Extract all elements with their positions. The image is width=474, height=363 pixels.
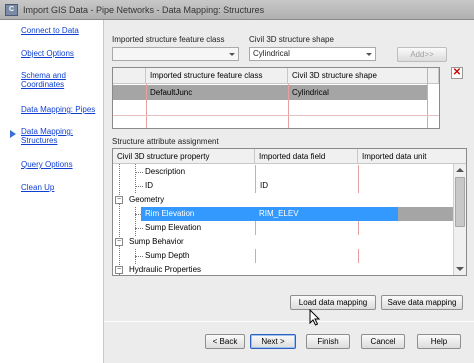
table-row[interactable]: DefaultJunc Cylindrical bbox=[113, 85, 439, 100]
unit-cell-dropdown[interactable] bbox=[398, 207, 454, 221]
table-row[interactable]: − Hydraulic Properties bbox=[113, 263, 454, 275]
unit-cell[interactable] bbox=[358, 165, 454, 179]
cancel-button[interactable]: Cancel bbox=[361, 334, 405, 349]
next-label: Next > bbox=[261, 337, 285, 346]
chevron-down-icon bbox=[225, 48, 238, 60]
column-header-feature-class: Imported structure feature class bbox=[146, 68, 288, 84]
delete-mapping-icon[interactable]: ✕ bbox=[451, 67, 463, 79]
property-cell: Rim Elevation bbox=[141, 207, 255, 221]
save-data-mapping-button[interactable]: Save data mapping bbox=[381, 295, 463, 310]
column-header-shape: Civil 3D structure shape bbox=[288, 68, 439, 84]
back-button[interactable]: < Back bbox=[205, 334, 245, 349]
sidebar-item-query-options[interactable]: Query Options bbox=[21, 160, 101, 169]
shape-mapping-grid: Imported structure feature class Civil 3… bbox=[112, 67, 440, 129]
attribute-section-label: Structure attribute assignment bbox=[112, 137, 219, 146]
group-cell: Geometry bbox=[129, 195, 165, 204]
mouse-pointer-icon bbox=[309, 309, 321, 326]
finish-button[interactable]: Finish bbox=[306, 334, 350, 349]
sidebar-item-object-options[interactable]: Object Options bbox=[21, 49, 101, 58]
wizard-sidebar: Connect to Data Object Options Schema an… bbox=[0, 20, 104, 363]
field-cell[interactable] bbox=[255, 221, 358, 235]
field-cell[interactable]: ID bbox=[255, 179, 358, 193]
help-label: Help bbox=[430, 337, 448, 346]
shape-label: Civil 3D structure shape bbox=[249, 35, 334, 44]
help-button[interactable]: Help bbox=[417, 334, 461, 349]
property-cell: Sump Elevation bbox=[145, 223, 202, 232]
group-cell: Sump Behavior bbox=[129, 237, 184, 246]
table-row[interactable]: Rim Elevation RIM_ELEV bbox=[113, 207, 454, 221]
sidebar-item-connect-to-data[interactable]: Connect to Data bbox=[21, 26, 101, 35]
cell-feature-class[interactable]: DefaultJunc bbox=[146, 85, 288, 100]
save-mapping-label: Save data mapping bbox=[387, 298, 457, 307]
current-step-arrow-icon bbox=[10, 130, 16, 138]
property-cell: ID bbox=[145, 181, 153, 190]
property-cell: Description bbox=[145, 167, 186, 176]
feature-class-dropdown[interactable] bbox=[112, 47, 239, 61]
field-cell[interactable]: RIM_ELEV bbox=[255, 207, 358, 221]
sidebar-item-clean-up[interactable]: Clean Up bbox=[21, 183, 101, 192]
grid-row-header bbox=[113, 68, 146, 84]
app-icon: C bbox=[5, 3, 18, 16]
window-title: Import GIS Data - Pipe Networks - Data M… bbox=[23, 4, 265, 15]
group-cell: Hydraulic Properties bbox=[129, 265, 202, 274]
unit-cell[interactable] bbox=[358, 207, 398, 221]
scroll-down-icon[interactable] bbox=[456, 267, 464, 271]
table-row[interactable]: − Sump Behavior bbox=[113, 235, 454, 249]
load-data-mapping-button[interactable]: Load data mapping bbox=[290, 295, 376, 310]
table-row[interactable]: Sump Depth bbox=[113, 249, 454, 263]
unit-cell[interactable] bbox=[358, 221, 454, 235]
scroll-up-icon[interactable] bbox=[456, 168, 464, 172]
field-cell[interactable] bbox=[255, 165, 358, 179]
grid-divider bbox=[113, 115, 439, 116]
title-bar: C Import GIS Data - Pipe Networks - Data… bbox=[0, 0, 474, 20]
collapse-icon[interactable]: − bbox=[115, 196, 123, 204]
add-button-label: Add>> bbox=[410, 50, 434, 59]
collapse-icon[interactable]: − bbox=[115, 266, 123, 274]
load-mapping-label: Load data mapping bbox=[298, 298, 368, 307]
column-header-data-unit: Imported data unit bbox=[358, 149, 466, 164]
grid-divider bbox=[146, 84, 147, 128]
field-cell[interactable] bbox=[255, 249, 358, 263]
unit-cell[interactable] bbox=[358, 249, 454, 263]
add-button[interactable]: Add>> bbox=[397, 47, 447, 62]
table-row[interactable]: Sump Elevation bbox=[113, 221, 454, 235]
property-cell: Sump Depth bbox=[145, 251, 190, 260]
chevron-down-icon bbox=[362, 48, 375, 60]
sidebar-item-data-mapping-pipes[interactable]: Data Mapping: Pipes bbox=[21, 105, 101, 114]
grid-divider bbox=[288, 84, 289, 128]
table-row[interactable]: Description bbox=[113, 165, 454, 179]
next-button[interactable]: Next > bbox=[250, 334, 296, 349]
cell-shape[interactable]: Cylindrical bbox=[288, 85, 427, 100]
unit-cell[interactable] bbox=[358, 179, 454, 193]
shape-dropdown[interactable]: Cylindrical bbox=[249, 47, 376, 61]
collapse-icon[interactable]: − bbox=[115, 238, 123, 246]
sidebar-item-data-mapping-structures[interactable]: Data Mapping: Structures bbox=[21, 127, 101, 145]
column-header-data-field: Imported data field bbox=[255, 149, 358, 164]
vertical-scrollbar[interactable] bbox=[453, 164, 466, 275]
attribute-grid: Civil 3D structure property Imported dat… bbox=[112, 148, 467, 276]
sidebar-item-schema-and-coordinates[interactable]: Schema and Coordinates bbox=[21, 71, 101, 89]
shape-value: Cylindrical bbox=[253, 49, 290, 58]
scroll-thumb[interactable] bbox=[455, 177, 465, 227]
divider bbox=[104, 321, 474, 322]
column-header-property: Civil 3D structure property bbox=[113, 149, 255, 164]
back-label: < Back bbox=[212, 337, 238, 346]
grid-divider bbox=[427, 68, 428, 128]
table-row[interactable]: ID ID bbox=[113, 179, 454, 193]
cancel-label: Cancel bbox=[370, 337, 396, 346]
row-selector[interactable] bbox=[113, 85, 146, 100]
finish-label: Finish bbox=[317, 337, 339, 346]
table-row[interactable]: − Geometry bbox=[113, 193, 454, 207]
feature-class-label: Imported structure feature class bbox=[112, 35, 225, 44]
